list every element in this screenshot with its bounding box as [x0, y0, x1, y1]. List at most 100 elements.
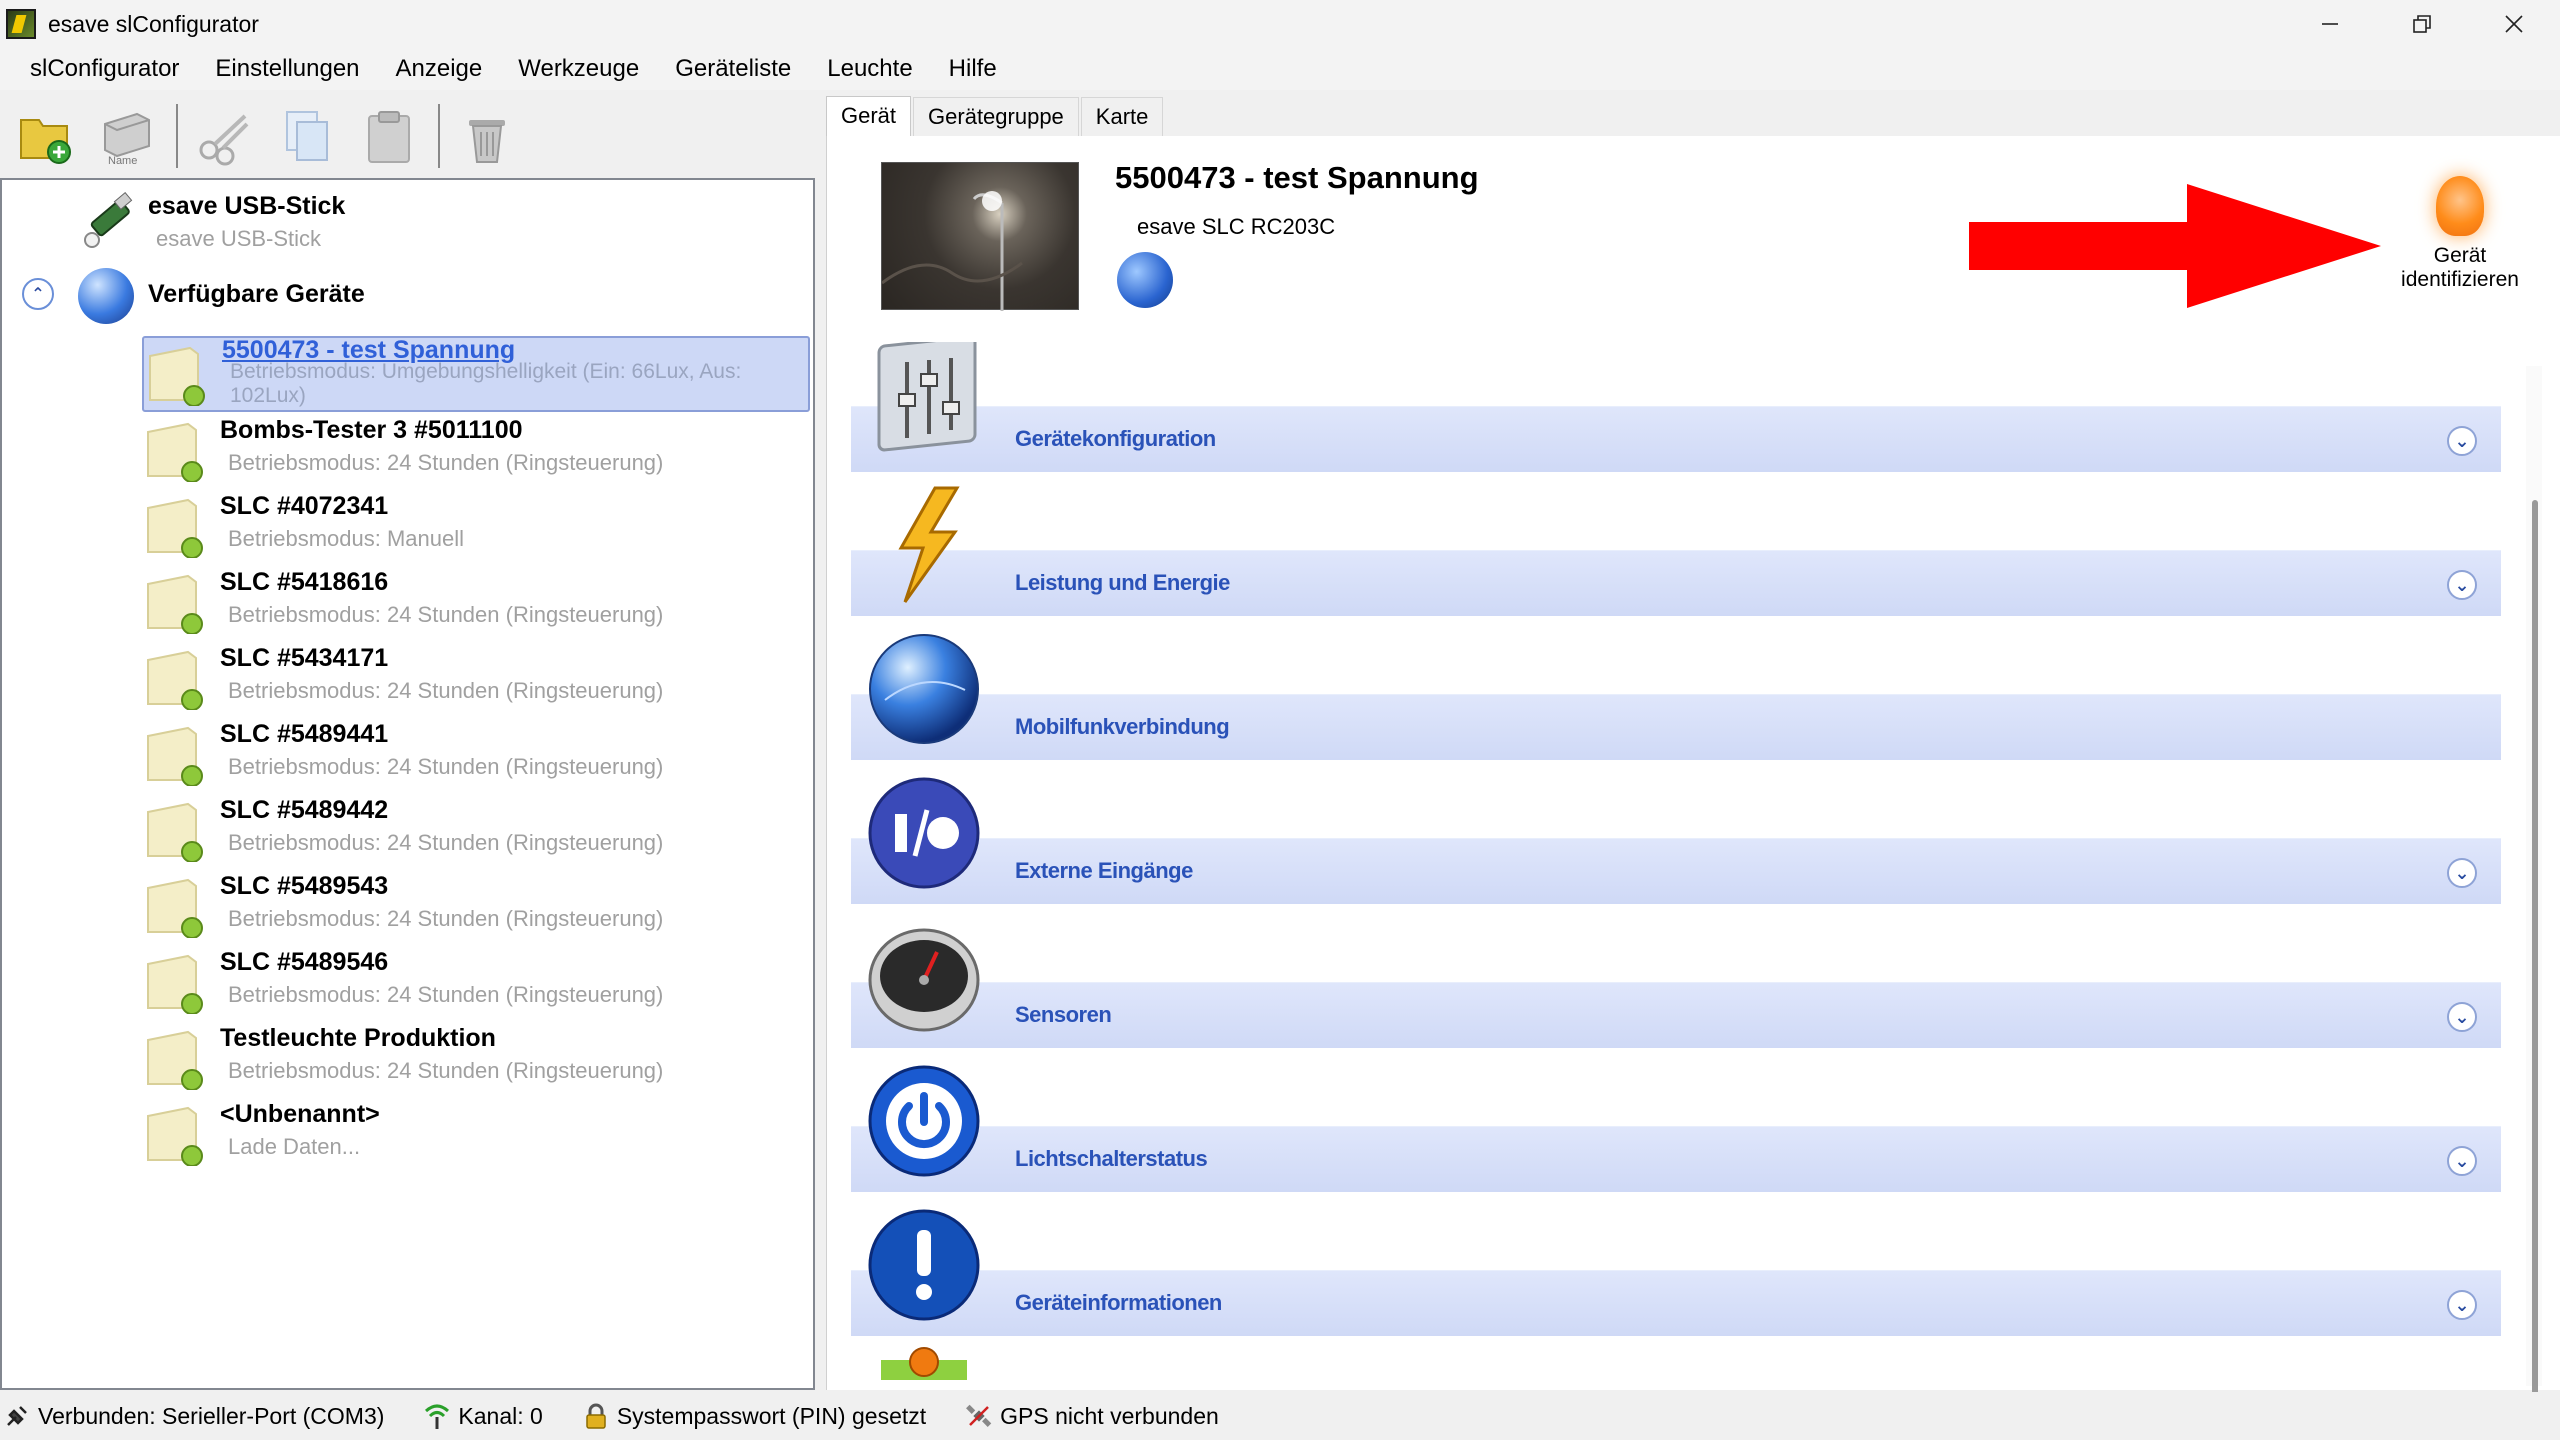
- identify-label-line1: Gerät: [2433, 244, 2487, 267]
- device-item[interactable]: SLC #5418616 Betriebsmodus: 24 Stunden (…: [142, 566, 810, 642]
- menu-einstellungen[interactable]: Einstellungen: [197, 48, 377, 90]
- section-geraeteinformationen[interactable]: Geräteinformationen ⌄: [851, 1200, 2501, 1340]
- section-leistung-und-energie[interactable]: Leistung und Energie ⌄: [851, 480, 2501, 620]
- device-item[interactable]: SLC #5489441 Betriebsmodus: 24 Stunden (…: [142, 718, 810, 794]
- expand-chevron-icon[interactable]: ⌄: [2447, 1002, 2477, 1032]
- minimize-icon: [2322, 23, 2338, 25]
- tab-karte[interactable]: Karte: [1080, 97, 1164, 136]
- device-subtitle: Betriebsmodus: 24 Stunden (Ringsteuerung…: [228, 906, 664, 931]
- gauge-icon: [868, 928, 980, 1032]
- menu-slconfigurator[interactable]: slConfigurator: [0, 48, 197, 90]
- section-lichtschalterstatus[interactable]: Lichtschalterstatus ⌄: [851, 1056, 2501, 1196]
- tab-geraetegruppe[interactable]: Gerätegruppe: [913, 97, 1079, 136]
- device-subtitle: Betriebsmodus: 24 Stunden (Ringsteuerung…: [228, 602, 664, 627]
- rename-button[interactable]: Name: [94, 103, 160, 169]
- device-subtitle: Betriebsmodus: 24 Stunden (Ringsteuerung…: [228, 1058, 664, 1083]
- tab-bar: Gerät Gerätegruppe Karte: [826, 96, 1165, 137]
- power-icon: [868, 1065, 980, 1177]
- close-button[interactable]: [2468, 0, 2560, 48]
- device-title: SLC #5489442: [220, 796, 389, 824]
- device-item[interactable]: Bombs-Tester 3 #5011100 Betriebsmodus: 2…: [142, 414, 810, 490]
- device-item[interactable]: SLC #5489546 Betriebsmodus: 24 Stunden (…: [142, 946, 810, 1022]
- lightning-icon: [898, 486, 960, 603]
- section-label: Gerätekonfiguration: [1015, 426, 1216, 451]
- expand-chevron-icon[interactable]: ⌄: [2447, 570, 2477, 600]
- device-item[interactable]: SLC #4072341 Betriebsmodus: Manuell: [142, 490, 810, 566]
- tab-geraet[interactable]: Gerät: [826, 96, 912, 137]
- device-title: SLC #5489441: [220, 720, 389, 748]
- lamp-device-icon: [147, 650, 203, 710]
- paste-button[interactable]: [356, 103, 422, 169]
- expand-chevron-icon[interactable]: ⌄: [2447, 858, 2477, 888]
- signal-icon: [424, 1403, 450, 1429]
- copy-icon: [286, 111, 328, 161]
- menu-werkzeuge[interactable]: Werkzeuge: [500, 48, 657, 90]
- lamp-device-icon: [147, 1106, 203, 1166]
- device-subtitle: Betriebsmodus: 24 Stunden (Ringsteuerung…: [228, 754, 664, 779]
- title-bar: esave slConfigurator: [0, 0, 2560, 48]
- section-label: Externe Eingänge: [1015, 858, 1193, 883]
- expand-chevron-icon[interactable]: ⌄: [2447, 1290, 2477, 1320]
- section-label: Mobilfunkverbindung: [1015, 714, 1230, 739]
- device-subtitle: Betriebsmodus: 24 Stunden (Ringsteuerung…: [228, 450, 664, 475]
- globe-icon: [78, 268, 134, 324]
- device-item[interactable]: Testleuchte Produktion Betriebsmodus: 24…: [142, 1022, 810, 1098]
- status-channel: Kanal: 0: [424, 1402, 543, 1430]
- device-title: SLC #5489543: [220, 872, 389, 900]
- red-arrow-annotation: [1969, 184, 2381, 308]
- collapse-button[interactable]: ⌃: [22, 278, 54, 310]
- device-title: Bombs-Tester 3 #5011100: [220, 416, 523, 444]
- section-geraetekonfiguration[interactable]: Gerätekonfiguration ⌄: [851, 336, 2501, 476]
- restore-button[interactable]: [2376, 0, 2468, 48]
- usb-stick-node[interactable]: esave USB-Stick esave USB-Stick: [78, 192, 678, 252]
- device-name: 5500473 - test Spannung: [1115, 160, 1479, 195]
- status-pin: Systempasswort (PIN) gesetzt: [583, 1403, 926, 1430]
- delete-button[interactable]: [454, 103, 520, 169]
- section-externe-eingaenge[interactable]: Externe Eingänge ⌄: [851, 768, 2501, 908]
- device-item[interactable]: 5500473 - test Spannung Betriebsmodus: U…: [142, 336, 810, 412]
- cut-button[interactable]: [192, 103, 258, 169]
- menu-hilfe[interactable]: Hilfe: [931, 48, 1015, 90]
- device-title: Testleuchte Produktion: [220, 1024, 496, 1052]
- available-devices-title: Verfügbare Geräte: [148, 280, 365, 308]
- toolbar-separator: [176, 104, 178, 168]
- lock-icon: [583, 1403, 609, 1429]
- expand-chevron-icon[interactable]: ⌄: [2447, 426, 2477, 456]
- status-pin-text: Systempasswort (PIN) gesetzt: [616, 1402, 927, 1429]
- street-lamp-image: [881, 191, 1023, 311]
- device-item[interactable]: SLC #5489543 Betriebsmodus: 24 Stunden (…: [142, 870, 810, 946]
- device-item[interactable]: <Unbenannt> Lade Daten...: [142, 1098, 810, 1174]
- device-subtitle: Betriebsmodus: 24 Stunden (Ringsteuerung…: [228, 678, 664, 703]
- scrollbar-thumb[interactable]: [2532, 500, 2538, 1400]
- available-devices-node[interactable]: ⌃ Verfügbare Geräte: [22, 266, 622, 326]
- satellite-icon: [966, 1403, 992, 1429]
- device-subtitle: Betriebsmodus: Manuell: [228, 526, 465, 551]
- device-item[interactable]: SLC #5434171 Betriebsmodus: 24 Stunden (…: [142, 642, 810, 718]
- menu-leuchte[interactable]: Leuchte: [809, 48, 930, 90]
- section-mobilfunkverbindung[interactable]: Mobilfunkverbindung: [851, 624, 2501, 764]
- lamp-device-icon: [149, 346, 205, 406]
- section-sensoren[interactable]: Sensoren ⌄: [851, 912, 2501, 1052]
- device-item[interactable]: SLC #5489442 Betriebsmodus: 24 Stunden (…: [142, 794, 810, 870]
- trash-icon: [469, 120, 505, 163]
- toolbar-separator: [438, 104, 440, 168]
- device-subtitle: Betriebsmodus: 24 Stunden (Ringsteuerung…: [228, 982, 664, 1007]
- device-subtitle: Betriebsmodus: Umgebungshelligkeit (Ein:…: [230, 360, 742, 407]
- section-label: Sensoren: [1015, 1002, 1112, 1027]
- menu-geraeteliste[interactable]: Geräteliste: [657, 48, 809, 90]
- new-device-button[interactable]: [12, 103, 78, 169]
- lamp-device-icon: [147, 954, 203, 1014]
- expand-chevron-icon[interactable]: ⌄: [2447, 1146, 2477, 1176]
- rename-label: Name: [108, 155, 138, 167]
- globe-icon: [869, 634, 979, 744]
- device-detail-panel: 5500473 - test Spannung esave SLC RC203C…: [826, 136, 2560, 1400]
- minimize-button[interactable]: [2284, 0, 2376, 48]
- identify-device-button[interactable]: Gerät identifizieren: [2355, 176, 2560, 292]
- scissors-icon: [199, 114, 249, 166]
- section-label: Lichtschalterstatus: [1015, 1146, 1208, 1171]
- menu-anzeige[interactable]: Anzeige: [378, 48, 501, 90]
- status-channel-text: Kanal: 0: [458, 1402, 543, 1429]
- copy-button[interactable]: [274, 103, 340, 169]
- lamp-device-icon: [147, 878, 203, 938]
- status-gps: GPS nicht verbunden: [966, 1403, 1219, 1430]
